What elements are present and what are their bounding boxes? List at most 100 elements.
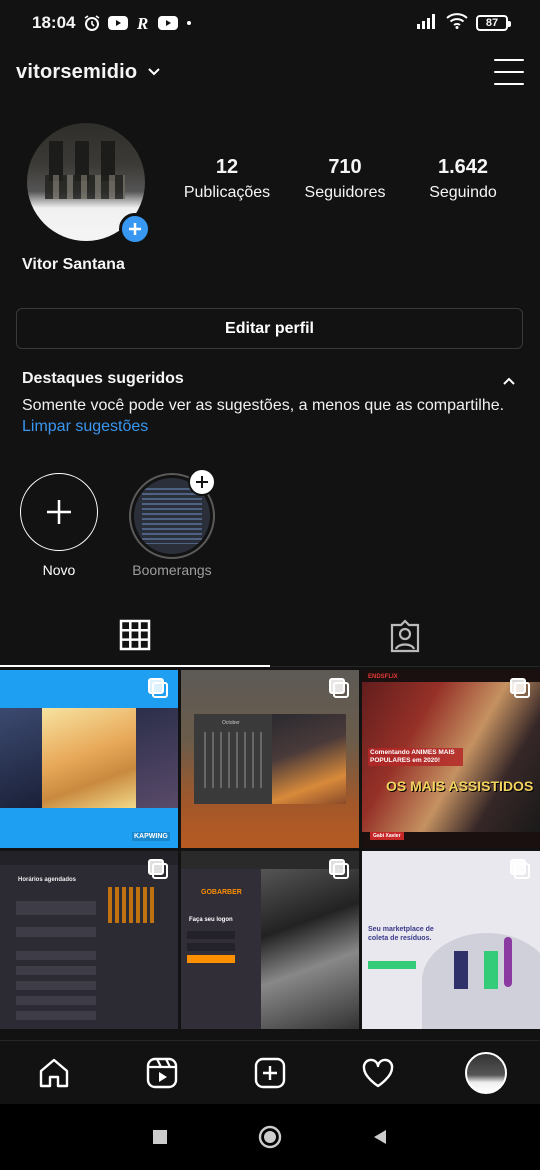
chevron-down-icon[interactable]: [147, 67, 161, 77]
stat-label: Publicações: [183, 184, 271, 201]
stat-posts[interactable]: 12 Publicações: [168, 156, 286, 202]
post-thumbnail[interactable]: ENDSFLIX Comentando ANIMES MAIS POPULARE…: [362, 670, 540, 848]
multiple-posts-icon: [510, 678, 532, 700]
post-image: [422, 933, 540, 1029]
post-image: [42, 708, 136, 808]
calendar-days: [204, 732, 262, 788]
cta-button: [368, 961, 416, 969]
add-story-button[interactable]: [119, 213, 151, 245]
nav-home[interactable]: [0, 1041, 108, 1104]
stat-label: Seguindo: [429, 184, 497, 201]
post-headline: OS MAIS ASSISTIDOS: [386, 778, 534, 794]
hamburger-menu-icon[interactable]: [494, 59, 524, 85]
app-rows: [16, 951, 96, 1021]
plus-icon: [47, 500, 71, 524]
login-panel: GOBARBER Faça seu logon: [181, 869, 261, 1029]
post-app-title: Horários agendados: [18, 877, 77, 883]
stat-value: 12: [215, 156, 239, 178]
multiple-posts-icon: [148, 678, 170, 700]
post-name-tag: Gabi Xavier: [370, 832, 404, 840]
wifi-icon: [446, 12, 468, 34]
calendar-title: October: [222, 720, 240, 726]
highlight-boomerangs[interactable]: Boomerangs: [129, 468, 216, 578]
stat-followers[interactable]: 710 Seguidores: [286, 156, 404, 202]
post-thumbnail[interactable]: Seu marketplace de coleta de resíduos.: [362, 851, 540, 1029]
post-image: [261, 869, 359, 1029]
edit-profile-button[interactable]: Editar perfil: [16, 308, 523, 349]
status-time: 18:04: [32, 13, 76, 32]
nav-create[interactable]: [216, 1041, 324, 1104]
highlights-title: Destaques sugeridos: [22, 370, 184, 387]
post-image: [504, 937, 512, 987]
tagged-person-icon: [390, 618, 420, 652]
app-row: [16, 901, 96, 915]
battery-level: 87: [485, 17, 499, 29]
profile-tabs: [0, 605, 540, 667]
stat-label: Seguidores: [304, 184, 386, 201]
back-triangle-icon: [374, 1130, 386, 1144]
clear-suggestions-link[interactable]: Limpar sugestões: [22, 418, 522, 436]
post-brand: ENDSFLIX: [368, 674, 398, 680]
dot-icon: [185, 19, 193, 27]
square-icon: [153, 1130, 167, 1144]
stat-value: 710: [328, 156, 362, 178]
grid-icon: [119, 619, 151, 651]
multiple-posts-icon: [510, 859, 532, 881]
alarm-icon: [83, 14, 101, 32]
username[interactable]: vitorsemidio: [16, 61, 137, 84]
post-image: [272, 714, 346, 804]
login-field: [187, 931, 235, 939]
plus-icon: [129, 223, 141, 235]
highlight-label: Novo: [42, 562, 76, 578]
tab-posts-grid[interactable]: [0, 605, 270, 667]
add-highlight-button[interactable]: [188, 468, 216, 496]
suggested-highlights: Destaques sugeridos Somente você pode ve…: [22, 370, 522, 436]
new-highlight-circle[interactable]: [20, 473, 98, 551]
highlight-new[interactable]: Novo: [20, 473, 98, 578]
post-thumbnail[interactable]: Horários agendados: [0, 851, 178, 1029]
highlights-description: Somente você pode ver as sugestões, a me…: [22, 397, 505, 414]
nav-reels[interactable]: [108, 1041, 216, 1104]
stat-value: 1.642: [437, 156, 489, 178]
stat-following[interactable]: 1.642 Seguindo: [404, 156, 522, 202]
r-app-icon: R: [135, 14, 151, 32]
profile-full-name: Vitor Santana: [22, 256, 125, 273]
post-headline: Comentando ANIMES MAIS POPULARES em 2020…: [368, 748, 463, 766]
heart-icon: [362, 1058, 394, 1087]
post-heading: Faça seu logon: [189, 917, 233, 923]
nav-profile[interactable]: [432, 1041, 540, 1104]
profile-avatar-icon: [465, 1051, 507, 1094]
svg-text:R: R: [136, 14, 148, 32]
home-icon: [39, 1058, 69, 1087]
signal-icon: [416, 13, 438, 34]
bottom-navigation: [0, 1040, 540, 1104]
post-thumbnail[interactable]: October: [181, 670, 359, 848]
plus-icon: [196, 476, 208, 488]
battery-icon: 87: [476, 15, 511, 31]
highlight-items: Novo Boomerangs: [0, 468, 540, 583]
post-brand: GOBARBER: [201, 889, 242, 896]
post-grid: KAPWING October ENDSFLIX Comentando ANIM…: [0, 670, 540, 1032]
reels-icon: [146, 1057, 178, 1088]
post-thumbnail[interactable]: KAPWING: [0, 670, 178, 848]
youtube-icon: [108, 15, 129, 31]
back-button[interactable]: [325, 1127, 435, 1147]
chevron-up-icon[interactable]: [502, 374, 516, 388]
calendar-panel: October: [194, 714, 272, 804]
post-thumbnail[interactable]: GOBARBER Faça seu logon: [181, 851, 359, 1029]
multiple-posts-icon: [329, 678, 351, 700]
post-image: [0, 708, 42, 808]
youtube-icon: [158, 15, 179, 31]
login-field: [187, 943, 235, 951]
post-image: [484, 951, 498, 989]
post-image: [454, 951, 468, 989]
profile-stats: 12 Publicações 710 Seguidores 1.642 Segu…: [168, 156, 522, 202]
tab-tagged[interactable]: [270, 605, 540, 667]
home-button[interactable]: [215, 1124, 325, 1150]
post-image: [136, 708, 178, 808]
nav-activity[interactable]: [324, 1041, 432, 1104]
recents-button[interactable]: [105, 1128, 215, 1146]
app-row: [16, 927, 96, 937]
post-heading: Seu marketplace de coleta de resíduos.: [368, 926, 434, 942]
highlight-label: Boomerangs: [132, 562, 212, 578]
